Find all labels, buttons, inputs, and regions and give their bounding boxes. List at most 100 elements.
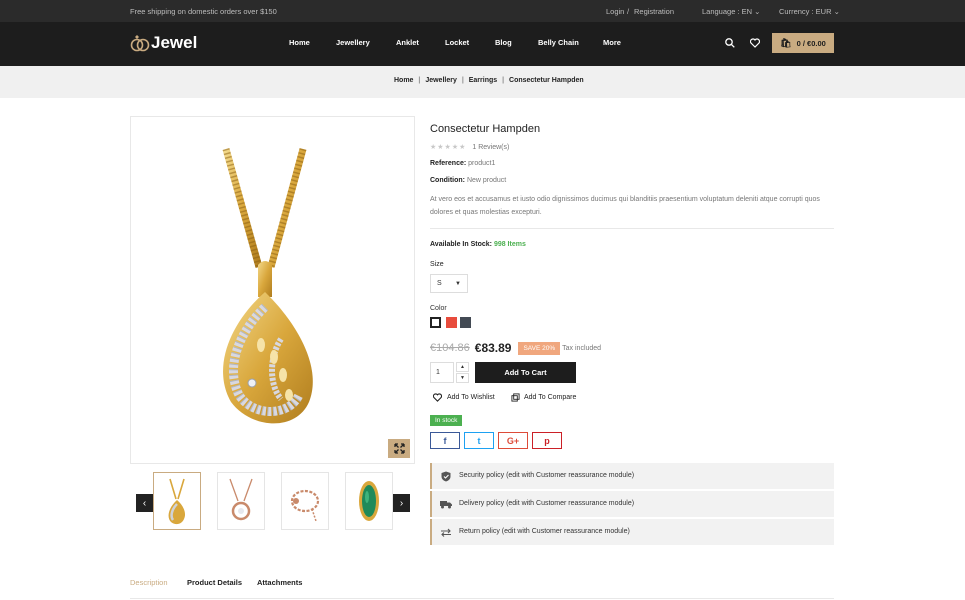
menu-item-more[interactable]: More <box>603 38 621 47</box>
search-icon[interactable] <box>725 38 735 48</box>
wishlist-label: Add To Wishlist <box>447 394 495 401</box>
main-product-image[interactable] <box>130 116 415 464</box>
reference-label: Reference: <box>430 160 467 167</box>
menu-item-jewellery[interactable]: Jewellery <box>336 38 370 47</box>
star-rating-icons: ★★★★★ <box>430 144 467 151</box>
pendant-thumb-image <box>168 478 186 525</box>
product-rating: ★★★★★ 1 Review(s) <box>430 143 509 152</box>
shipping-notice: Free shipping on domestic orders over $1… <box>130 7 277 16</box>
breadcrumb-earrings[interactable]: Earrings <box>469 77 497 84</box>
stock-value: 998 Items <box>493 241 526 248</box>
size-value: S <box>437 280 442 287</box>
chevron-up-icon: ▲ <box>460 364 465 370</box>
stock-label: Available In Stock: <box>430 241 492 248</box>
stock-row: Available In Stock: 998 Items <box>430 241 526 248</box>
share-googleplus-button[interactable]: G+ <box>498 432 528 449</box>
add-to-compare-link[interactable]: Add To Compare <box>511 393 576 402</box>
bracelet-thumb-image <box>290 489 320 522</box>
thumbnail-1[interactable] <box>153 472 201 530</box>
heart-icon <box>433 393 442 402</box>
link-separator: / <box>627 7 630 16</box>
condition-label: Condition: <box>430 177 465 184</box>
product-title: Consectetur Hampden <box>430 123 541 135</box>
chevron-right-icon: › <box>399 497 404 509</box>
size-select[interactable]: S ▼ <box>430 274 468 293</box>
security-policy: Security policy (edit with Customer reas… <box>430 463 834 489</box>
login-link[interactable]: Login <box>606 7 624 16</box>
menu-item-home[interactable]: Home <box>289 38 310 47</box>
add-to-cart-button[interactable]: Add To Cart <box>475 362 576 383</box>
thumbnail-prev-button[interactable]: ‹ <box>136 494 153 512</box>
breadcrumb-home[interactable]: Home <box>394 77 413 84</box>
breadcrumb-jewellery[interactable]: Jewellery <box>425 77 457 84</box>
bag-icon: 🛍 <box>780 37 792 48</box>
cart-button[interactable]: 🛍 0 / €0.00 <box>772 33 834 53</box>
thumbnail-4[interactable] <box>345 472 393 530</box>
language-selector[interactable]: Language : EN ⌄ <box>702 7 760 16</box>
reference-value: product1 <box>468 160 496 167</box>
breadcrumb: Home | Jewellery | Earrings | Consectetu… <box>0 66 965 98</box>
share-pinterest-button[interactable]: p <box>532 432 562 449</box>
qty-decrease-button[interactable]: ▼ <box>456 373 469 383</box>
truck-icon <box>440 501 452 509</box>
facebook-icon: f <box>443 435 447 446</box>
twitter-icon: t <box>477 435 481 446</box>
thumbnail-2[interactable] <box>217 472 265 530</box>
tab-attachments[interactable]: Attachments <box>257 578 302 587</box>
tabs-divider <box>130 598 834 599</box>
breadcrumb-current: Consectetur Hampden <box>509 77 584 84</box>
chevron-down-icon: ⌄ <box>833 7 840 16</box>
menu-item-anklet[interactable]: Anklet <box>396 38 419 47</box>
pendant-image <box>222 148 313 424</box>
menu-item-blog[interactable]: Blog <box>495 38 512 47</box>
color-swatch-white[interactable] <box>430 317 441 328</box>
language-label: Language : EN <box>702 7 753 16</box>
currency-label: Currency : EUR <box>779 7 832 16</box>
condition-value: New product <box>466 177 507 184</box>
old-price: €104.86 <box>430 342 470 354</box>
review-count[interactable]: 1 Review(s) <box>472 144 509 151</box>
tab-description[interactable]: Description <box>130 578 168 587</box>
heart-icon[interactable] <box>750 38 760 48</box>
return-policy: Return policy (edit with Customer reassu… <box>430 519 834 545</box>
compare-icon <box>511 393 520 402</box>
current-price: €83.89 <box>474 341 512 355</box>
logo-text: Jewel <box>151 33 198 52</box>
menu-item-belly-chain[interactable]: Belly Chain <box>538 38 579 47</box>
main-header: Jewel Home Jewellery Anklet Locket Blog … <box>0 22 965 66</box>
reference-row: Reference: product1 <box>430 160 495 167</box>
delivery-policy-text: Delivery policy (edit with Customer reas… <box>459 500 635 507</box>
share-twitter-button[interactable]: t <box>464 432 494 449</box>
caret-down-icon: ▼ <box>455 280 461 287</box>
chevron-down-icon: ⌄ <box>754 7 761 16</box>
add-to-wishlist-link[interactable]: Add To Wishlist <box>433 393 495 402</box>
size-label: Size <box>430 261 444 268</box>
delivery-policy: Delivery policy (edit with Customer reas… <box>430 491 834 517</box>
thumbnail-next-button[interactable]: › <box>393 494 410 512</box>
compare-label: Add To Compare <box>524 394 577 401</box>
color-swatch-red[interactable] <box>446 317 457 328</box>
zoom-button[interactable] <box>388 439 410 458</box>
breadcrumb-separator: | <box>461 77 464 84</box>
tab-product-details[interactable]: Product Details <box>187 578 242 587</box>
color-label: Color <box>430 305 447 312</box>
expand-icon <box>393 443 405 454</box>
thumbnail-3[interactable] <box>281 472 329 530</box>
discount-badge: SAVE 20% <box>518 341 561 355</box>
currency-selector[interactable]: Currency : EUR ⌄ <box>779 7 840 16</box>
emerald-ring-thumb-image <box>359 481 379 521</box>
google-plus-icon: G+ <box>506 435 520 446</box>
divider <box>430 228 834 229</box>
shield-icon <box>441 471 451 482</box>
registration-link[interactable]: Registration <box>634 7 674 16</box>
in-stock-badge: In stock <box>430 415 463 426</box>
rings-icon <box>130 35 150 52</box>
top-bar: Free shipping on domestic orders over $1… <box>0 0 965 22</box>
logo[interactable]: Jewel <box>130 33 197 53</box>
color-swatch-dark[interactable] <box>460 317 471 328</box>
qty-increase-button[interactable]: ▲ <box>456 362 469 372</box>
share-facebook-button[interactable]: f <box>430 432 460 449</box>
menu-item-locket[interactable]: Locket <box>445 38 469 47</box>
breadcrumb-separator: | <box>502 77 505 84</box>
quantity-input[interactable]: 1 <box>430 362 454 383</box>
